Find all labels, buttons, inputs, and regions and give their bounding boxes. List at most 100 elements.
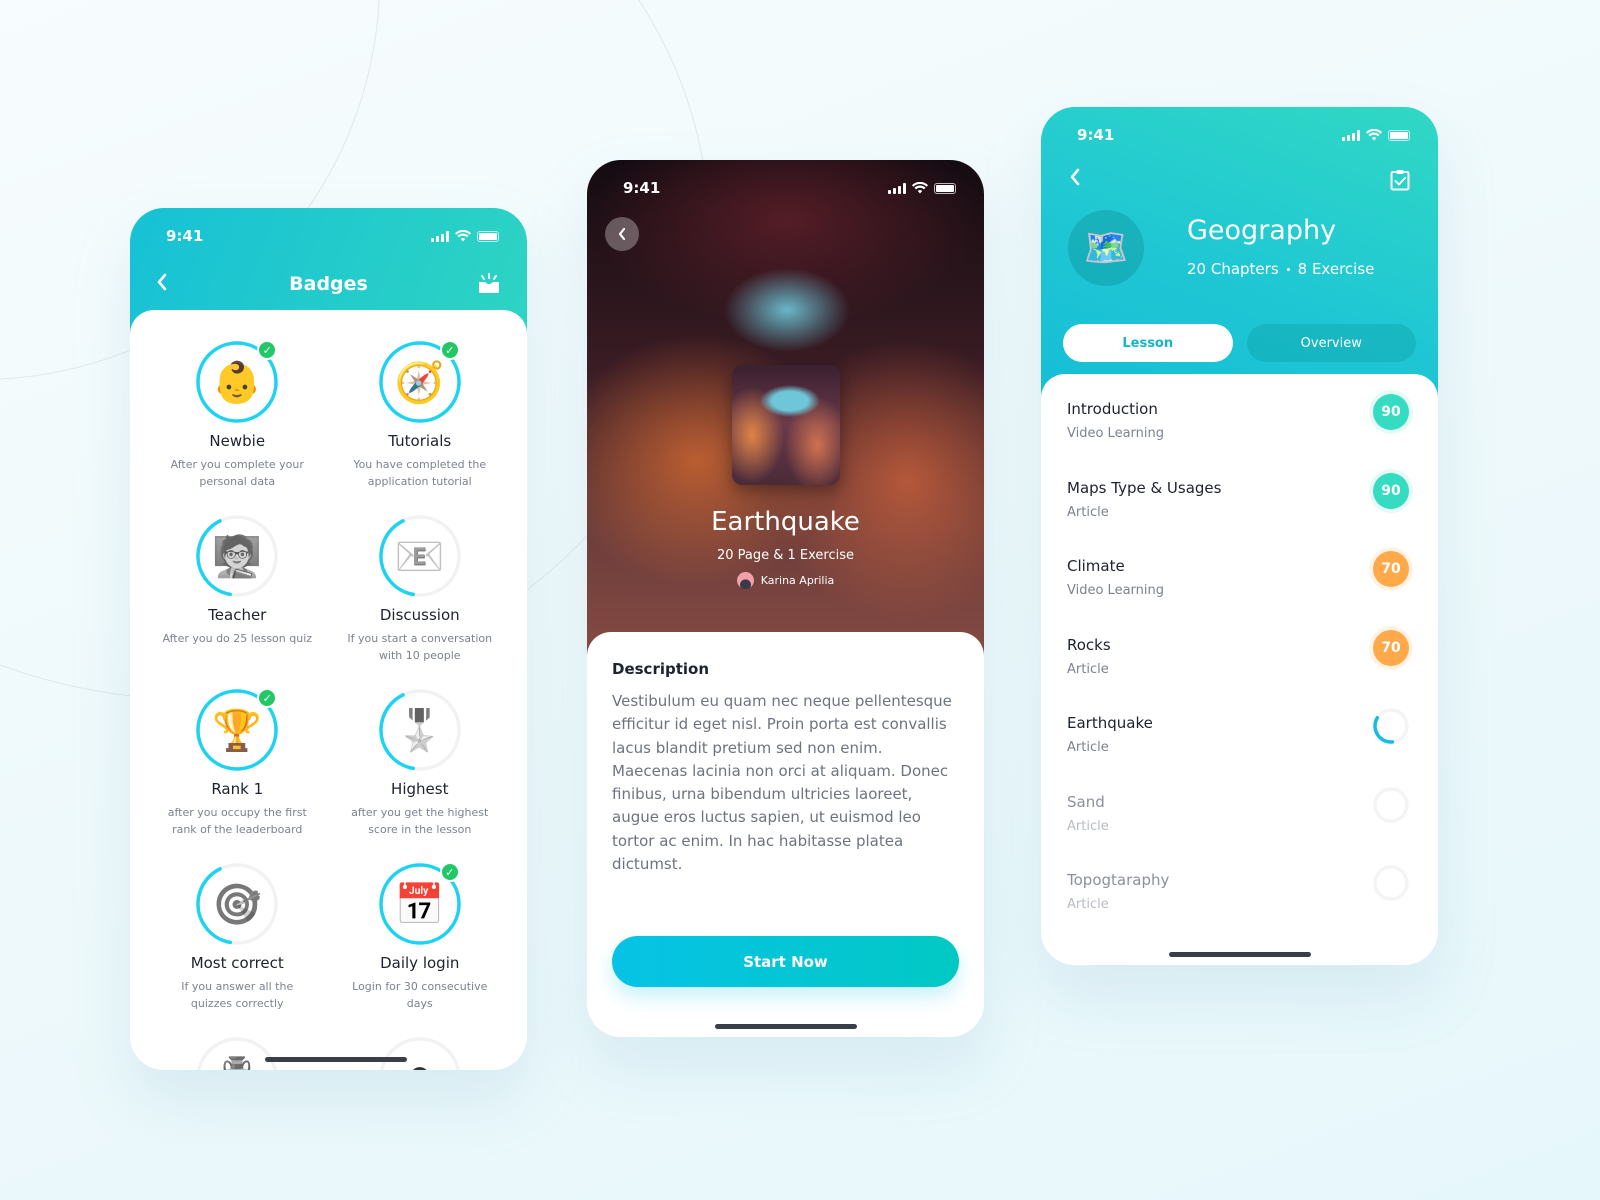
score-badge: 90 — [1369, 468, 1413, 513]
badge-name: Newbie — [209, 432, 266, 450]
badge-ring: 🏺 — [195, 1036, 279, 1070]
badge-desc: Login for 30 consecutive days — [352, 980, 488, 1010]
lesson-row[interactable]: Topogtaraphy Article — [1067, 865, 1413, 950]
chevron-left-icon — [1070, 168, 1080, 186]
progress-ring — [1369, 783, 1413, 827]
lesson-title: Earthquake — [711, 507, 860, 537]
lesson-type: Article — [1067, 740, 1109, 755]
lesson-type: Article — [1067, 818, 1109, 834]
badge-grid: 👶 ✓ Newbie After you complete your personal… — [130, 310, 527, 1070]
lesson-row[interactable]: Maps Type & Usages Article 90 — [1067, 468, 1413, 558]
lesson-row[interactable]: Earthquake Article — [1067, 708, 1413, 793]
tab-lesson[interactable]: Lesson — [1063, 324, 1233, 362]
badge-item[interactable]: 📅 ✓ Daily login Login for 30 consecutive da… — [329, 862, 512, 1012]
lesson-row[interactable]: Climate Video Learning 70 — [1067, 547, 1413, 636]
back-button[interactable] — [605, 217, 639, 251]
score-badge: 90 — [1369, 390, 1413, 434]
progress-ring — [1369, 704, 1413, 748]
badge-name: Daily login — [380, 954, 460, 972]
separator-dot — [1286, 267, 1290, 271]
score-value: 90 — [1373, 394, 1409, 430]
badge-desc: You have completed the application tutor… — [353, 458, 487, 488]
lesson-title: Introduction — [1067, 400, 1158, 418]
score-value: 70 — [1373, 629, 1409, 666]
lesson-info: Maps Type & Usages Article — [1067, 479, 1221, 520]
badge-item[interactable]: 🧭 ✓ Tutorials You have completed the applic… — [329, 340, 512, 490]
wifi-icon — [1366, 129, 1382, 141]
lesson-meta: 20 Page & 1 Exercise — [716, 548, 855, 563]
wifi-icon — [912, 182, 928, 194]
status-bar: 9:41 — [130, 208, 527, 254]
battery-icon — [934, 182, 956, 194]
badge-ring: 🎖️ — [378, 688, 462, 772]
progress-ring — [1369, 861, 1413, 905]
score-badge: 70 — [1369, 625, 1413, 670]
badge-item[interactable]: 📧 Discussion If you start a conversation w… — [329, 514, 512, 664]
page-title: Badges — [289, 273, 368, 295]
lesson-info: Introduction Video Learning — [1067, 400, 1164, 441]
back-button[interactable] — [156, 272, 168, 297]
badge-ring: 📧 — [378, 514, 462, 598]
lesson-list: Introduction Video Learning 90 Maps Type & … — [1041, 374, 1438, 965]
lesson-title: Earthquake — [1067, 714, 1153, 732]
lesson-row[interactable]: Sand Article — [1067, 786, 1413, 872]
badge-desc: If you answer all the quizzes correctly — [181, 980, 294, 1010]
teacher-icon: 🧑‍🏫 — [212, 533, 263, 580]
badge-ring: 🧑‍🏫 — [195, 514, 279, 598]
description-text: Vestibulum eu quam nec neque pellentesqu… — [612, 692, 952, 874]
chevron-left-icon — [618, 227, 626, 241]
lesson-detail-screen: 9:41 Earthquake 20 Page & 1 Exercise Kar… — [587, 160, 984, 1037]
lesson-title: Sand — [1067, 792, 1105, 811]
start-now-button[interactable]: Start Now — [612, 936, 959, 987]
status-time: 9:41 — [1077, 126, 1115, 144]
signal-icon — [888, 182, 906, 194]
share-button[interactable] — [477, 272, 501, 298]
lesson-info: Sand Article — [1067, 793, 1109, 834]
signal-icon — [431, 230, 449, 242]
badge-name: Teacher — [208, 606, 267, 624]
cup-icon: 🏺 — [195, 1036, 279, 1071]
lesson-title: Maps Type & Usages — [1067, 478, 1222, 497]
lesson-info: Rocks Article — [1067, 636, 1111, 677]
badge-name: Rank 1 — [211, 780, 264, 798]
lesson-title: Climate — [1067, 557, 1125, 575]
lesson-info: Topogtaraphy Article — [1067, 871, 1169, 912]
lesson-row[interactable]: Introduction Video Learning 90 — [1067, 390, 1413, 479]
home-indicator — [265, 1057, 408, 1062]
badge-item[interactable]: 🏆 ✓ Rank 1 after you occupy the first rank … — [146, 688, 329, 838]
back-button[interactable] — [1069, 167, 1081, 192]
badge-ring: 👶 ✓ — [195, 340, 279, 424]
badge-name: Highest — [391, 780, 449, 798]
tab-overview[interactable]: Overview — [1246, 324, 1416, 362]
badge-desc: After you complete your personal data — [170, 458, 304, 488]
description-title: Description — [612, 660, 710, 678]
wifi-icon — [455, 230, 471, 242]
badge-ring: ⚪ — [378, 1036, 462, 1070]
score-value: 90 — [1373, 472, 1409, 509]
score-badge: 70 — [1369, 547, 1413, 591]
email-at-icon: 📧 — [394, 533, 445, 580]
medal-icon: 🎖️ — [394, 707, 445, 754]
badge-item[interactable]: 🏺 — [146, 1036, 329, 1070]
badge-name: Most correct — [190, 954, 284, 972]
subject-screen: 9:41 🗺️ Geography 20 Chapters 8 Exercise… — [1041, 107, 1438, 965]
badges-nav: Badges — [130, 266, 527, 302]
clipboard-button[interactable] — [1390, 169, 1410, 195]
lesson-row[interactable]: Rocks Article 70 — [1067, 625, 1413, 715]
status-time: 9:41 — [166, 227, 204, 245]
subject-title: Geography — [1187, 215, 1337, 246]
badge-item[interactable]: ⚪ — [329, 1036, 512, 1070]
lesson-type: Article — [1067, 504, 1109, 520]
badge-item[interactable]: 🎖️ Highest after you get the highest score… — [329, 688, 512, 838]
chapters-count: 20 Chapters — [1187, 260, 1279, 278]
home-indicator — [1168, 952, 1311, 957]
avatar — [736, 572, 754, 589]
world-map-icon: 🗺️ — [1068, 210, 1144, 286]
lesson-type: Video Learning — [1067, 426, 1164, 441]
badge-item[interactable]: 👶 ✓ Newbie After you complete your personal… — [146, 340, 329, 490]
exercise-count: 8 Exercise — [1297, 260, 1375, 278]
badge-desc: after you get the highest score in the l… — [351, 806, 489, 836]
badge-item[interactable]: 🎯 Most correct If you answer all the quizz… — [146, 862, 329, 1012]
badge-item[interactable]: 🧑‍🏫 Teacher After you do 25 lesson quiz — [146, 514, 329, 664]
badge-ring: 🏆 ✓ — [195, 688, 279, 772]
